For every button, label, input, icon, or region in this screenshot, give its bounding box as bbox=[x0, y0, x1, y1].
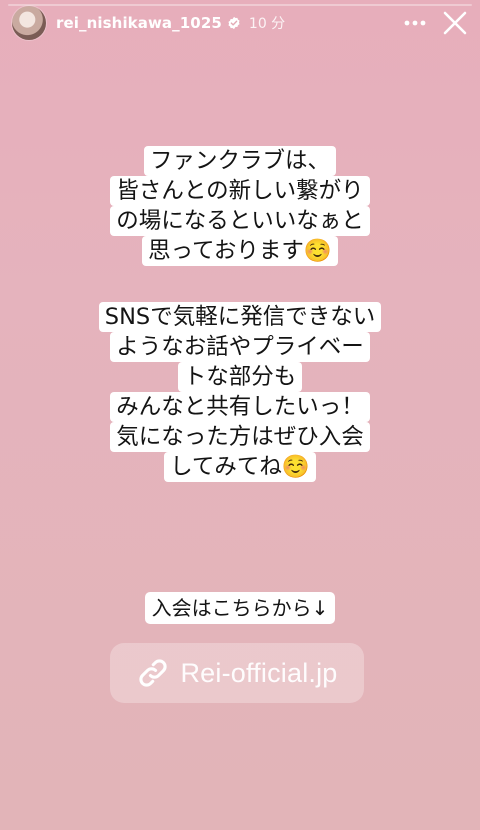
close-button[interactable] bbox=[442, 10, 468, 36]
link-sticker[interactable]: Rei-official.jp bbox=[110, 643, 364, 703]
story-text-line: してみてね☺️ bbox=[164, 452, 316, 482]
story-text-line: の場になるといいなぁと bbox=[110, 206, 370, 236]
username[interactable]: rei_nishikawa_1025 bbox=[56, 14, 222, 32]
story-text-block-2: SNSで気軽に発信できない ようなお話やプライベー トな部分も みんなと共有した… bbox=[0, 302, 480, 482]
link-text: Rei-official.jp bbox=[180, 657, 338, 688]
call-to-action-text: 入会はこちらから↓ bbox=[144, 592, 336, 624]
story-text-line: ファンクラブは、 bbox=[143, 146, 336, 176]
story-text-line: SNSで気軽に発信できない bbox=[98, 302, 382, 332]
link-icon bbox=[139, 659, 168, 687]
close-icon bbox=[443, 11, 467, 35]
story-text-line: 気になった方はぜひ入会 bbox=[110, 422, 370, 452]
call-to-action: 入会はこちらから↓ bbox=[0, 592, 480, 624]
story-progress-bar bbox=[8, 4, 472, 6]
more-options-button[interactable] bbox=[402, 10, 428, 36]
verified-badge-icon bbox=[228, 16, 240, 30]
story-text-line: 思っております☺️ bbox=[142, 236, 338, 266]
story-text-line: トな部分も bbox=[177, 362, 303, 392]
post-time: 10 分 bbox=[248, 16, 286, 32]
story-view: rei_nishikawa_1025 10 分 ファンクラブは、 皆さんとの新し… bbox=[0, 0, 480, 830]
story-header: rei_nishikawa_1025 10 分 bbox=[12, 6, 468, 40]
story-text-line: みんなと共有したいっ！ bbox=[110, 392, 370, 422]
more-horizontal-icon bbox=[404, 20, 426, 26]
story-text-line: ようなお話やプライベー bbox=[110, 332, 370, 362]
story-text-line: 皆さんとの新しい繋がり bbox=[110, 176, 370, 206]
avatar[interactable] bbox=[12, 6, 46, 40]
story-text-block-1: ファンクラブは、 皆さんとの新しい繋がり の場になるといいなぁと 思っております… bbox=[0, 146, 480, 266]
